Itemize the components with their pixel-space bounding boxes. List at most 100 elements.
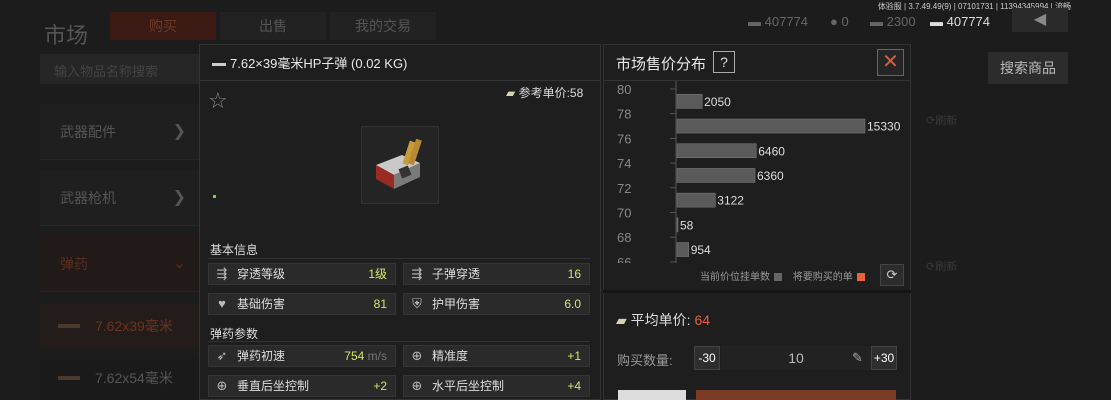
- tab-buy[interactable]: 购买: [110, 12, 216, 40]
- divider: [199, 80, 601, 81]
- penetration-icon: ⇶: [216, 266, 228, 281]
- average-price: ▰ 平均单价: 64: [616, 312, 711, 328]
- legend-label-current: 当前价位挂单数: [700, 272, 770, 283]
- y-tick-label: 80: [617, 82, 631, 97]
- cash-stack-icon: ▰: [616, 312, 631, 328]
- stat-base-damage: ♥ 基础伤害 81: [208, 293, 396, 315]
- refresh-icon: ⟳: [886, 267, 898, 282]
- cash-stack-icon: ▰: [506, 86, 519, 100]
- legend-swatch-buy: [856, 273, 865, 282]
- bar: [676, 143, 757, 159]
- cash-stack-icon: ▬: [930, 14, 947, 29]
- buy-button[interactable]: [696, 390, 896, 400]
- horizontal-recoil-icon: ⊕: [411, 378, 423, 393]
- bar-label: 6360: [757, 169, 784, 183]
- favorite-star-icon[interactable]: ☆: [208, 88, 228, 114]
- refresh-icon: ⟳: [926, 261, 936, 273]
- search-button[interactable]: 搜索商品: [988, 52, 1068, 84]
- close-icon: ✕: [882, 51, 899, 73]
- bullet-icon: [58, 376, 80, 380]
- bar-label: 58: [680, 218, 694, 232]
- quantity-plus-button[interactable]: +30: [871, 346, 897, 370]
- chart-svg: 8078767472706866642050153306460636031225…: [617, 81, 901, 263]
- crosshair-icon: ⊕: [411, 348, 423, 363]
- tab-my-trades[interactable]: 我的交易: [330, 12, 436, 40]
- ammo-box-icon: [376, 138, 422, 189]
- back-button[interactable]: ◀: [1012, 8, 1068, 32]
- bar: [676, 168, 756, 183]
- currency-total: ▬ 407774: [930, 14, 991, 29]
- bar: [676, 217, 679, 233]
- bullet-penetration-icon: ⇶: [411, 266, 423, 281]
- y-tick-label: 70: [617, 206, 631, 221]
- chevron-down-icon: ⌄: [172, 255, 186, 272]
- stat-horizontal-recoil: ⊕ 水平后坐控制 +4: [403, 375, 590, 397]
- coin-icon: ●: [830, 14, 842, 29]
- cash-icon: ▬: [748, 14, 765, 29]
- stat-armor-damage: ⛨ 护甲伤害 6.0: [403, 293, 590, 315]
- help-button[interactable]: ?: [713, 51, 735, 73]
- sidebar-item-weapon-parts[interactable]: 武器配件 ❯: [40, 104, 200, 160]
- stat-vertical-recoil: ⊕ 垂直后坐控制 +2: [208, 375, 396, 397]
- velocity-icon: ➶: [216, 348, 228, 363]
- refresh-link-bg-1[interactable]: ⟳刷新: [926, 112, 957, 128]
- item-image-frame: [361, 126, 439, 204]
- currency-bond: ▬ 2300: [870, 14, 916, 29]
- bar: [676, 242, 689, 257]
- status-dot: [213, 195, 216, 198]
- chart-title: 市场售价分布: [616, 56, 707, 73]
- back-arrow-icon: ◀: [1033, 11, 1047, 28]
- bullet-icon: [58, 324, 80, 328]
- bar-label: 2050: [704, 95, 731, 109]
- sidebar-sub-762x39[interactable]: 7.62x39毫米: [40, 304, 200, 348]
- refresh-icon: ⟳: [926, 115, 936, 127]
- close-button[interactable]: ✕: [877, 49, 904, 76]
- quantity-minus-button[interactable]: -30: [694, 346, 720, 370]
- sidebar-item-weapon-actions[interactable]: 武器枪机 ❯: [40, 170, 200, 226]
- y-tick-label: 78: [617, 107, 631, 122]
- y-tick-label: 68: [617, 230, 631, 245]
- y-tick-label: 66: [617, 255, 631, 263]
- currency-cash: ▬ 407774: [748, 14, 809, 29]
- bar-label: 3122: [717, 194, 744, 208]
- price-distribution-chart: 8078767472706866642050153306460636031225…: [603, 81, 911, 263]
- divider: [208, 341, 590, 342]
- stat-accuracy: ⊕ 精准度 +1: [403, 345, 590, 367]
- tab-sell[interactable]: 出售: [220, 12, 326, 40]
- stat-muzzle-velocity: ➶ 弹药初速 754 m/s: [208, 345, 396, 367]
- refresh-button[interactable]: ⟳: [880, 264, 904, 286]
- basic-info-heading: 基本信息: [210, 243, 259, 257]
- sidebar-item-ammo[interactable]: 弹药 ⌄: [40, 236, 200, 292]
- chart-legend: 当前价位挂单数 将要购买的单: [700, 268, 873, 283]
- edit-pencil-icon[interactable]: ✎: [852, 346, 863, 370]
- quantity-label: 购买数量:: [617, 353, 673, 368]
- currency-coin: ● 0: [830, 14, 849, 29]
- sidebar-label: 武器配件: [60, 124, 116, 140]
- legend-label-buy: 将要购买的单: [792, 272, 853, 283]
- bullet-icon: [212, 63, 226, 67]
- sidebar-sub-762x54[interactable]: 7.62x54毫米: [40, 356, 200, 400]
- bar: [676, 94, 703, 109]
- bond-icon: ▬: [870, 14, 887, 29]
- armor-damage-icon: ⛨: [412, 296, 422, 311]
- bar-label: 6460: [758, 144, 785, 158]
- secondary-action-button[interactable]: [618, 390, 686, 400]
- y-tick-label: 74: [617, 156, 631, 171]
- broken-heart-icon: ♥: [218, 296, 226, 311]
- sidebar-label: 武器枪机: [60, 190, 116, 206]
- chevron-right-icon: ❯: [172, 189, 186, 206]
- reference-price: ▰ 参考单价:58: [506, 86, 584, 100]
- bar-label: 954: [691, 243, 711, 257]
- y-tick-label: 72: [617, 181, 631, 196]
- bar: [676, 192, 716, 208]
- market-title: 市场: [44, 23, 89, 48]
- refresh-link-bg-2[interactable]: ⟳刷新: [926, 258, 957, 274]
- quantity-input[interactable]: 10: [721, 346, 871, 370]
- bar-label: 15330: [867, 120, 901, 134]
- divider: [208, 258, 590, 259]
- chevron-right-icon: ❯: [172, 123, 186, 140]
- bar: [676, 118, 866, 134]
- item-title: 7.62×39毫米HP子弹 (0.02 KG): [212, 53, 407, 72]
- vertical-recoil-icon: ⊕: [216, 378, 228, 393]
- sidebar-label: 弹药: [60, 256, 88, 272]
